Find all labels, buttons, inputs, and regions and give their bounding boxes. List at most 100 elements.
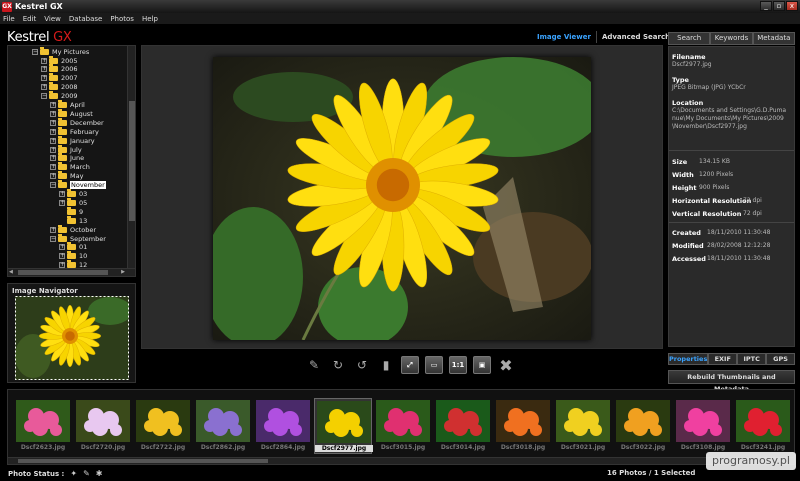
tree-label: October [70, 225, 97, 234]
thumbnail-item[interactable]: Dscf3014.jpg [434, 398, 492, 454]
tab-advanced-search[interactable]: Advanced Search [597, 31, 675, 43]
maximize-button[interactable]: ▫ [773, 1, 785, 11]
expand-icon[interactable]: + [59, 199, 65, 206]
image-viewer [141, 45, 663, 349]
edit-icon[interactable]: ✎ [305, 356, 323, 374]
menu-edit[interactable]: Edit [23, 15, 37, 23]
tree-item[interactable]: + May [50, 171, 83, 181]
scroll-left-icon[interactable]: ◀ [9, 269, 13, 275]
tab-exif[interactable]: EXIF [708, 353, 738, 365]
tab-gps[interactable]: GPS [766, 353, 795, 365]
rebuild-thumbnails-button[interactable]: Rebuild Thumbnails and Metadata [668, 370, 795, 393]
tab-keywords[interactable]: Keywords [710, 32, 753, 45]
expand-icon[interactable]: + [50, 155, 56, 162]
filmstrip-icon[interactable]: ▮ [377, 356, 395, 374]
scroll-right-icon[interactable]: ▶ [121, 269, 125, 275]
pencil-icon[interactable]: ✎ [83, 469, 90, 478]
menu-file[interactable]: File [3, 15, 15, 23]
pin-icon[interactable]: ✦ [70, 469, 77, 478]
star-icon[interactable]: ✱ [96, 469, 103, 478]
tree-item[interactable]: +2005 [41, 55, 78, 65]
tree-item[interactable]: + July [50, 144, 82, 154]
fullscreen-icon[interactable]: ▭ [425, 356, 443, 374]
thumbnail-item[interactable]: Dscf3241.jpg [734, 398, 792, 454]
tree-item[interactable]: +01 [59, 242, 87, 252]
expand-icon[interactable]: + [50, 119, 56, 126]
menu-view[interactable]: View [44, 15, 61, 23]
close-button[interactable]: x [786, 1, 798, 11]
expand-icon[interactable]: + [50, 128, 56, 135]
minimize-button[interactable]: _ [760, 1, 772, 11]
collapse-icon[interactable]: − [41, 93, 47, 100]
tab-iptc[interactable]: IPTC [737, 353, 767, 365]
tree-vertical-scrollbar[interactable] [127, 46, 135, 276]
tree-item[interactable]: + January [50, 135, 95, 145]
navigator-preview[interactable] [15, 296, 129, 380]
expand-icon[interactable]: + [50, 226, 56, 233]
expand-icon[interactable]: + [50, 146, 56, 153]
expand-icon[interactable]: + [50, 173, 56, 180]
scroll-thumb[interactable] [18, 270, 108, 275]
expand-icon[interactable]: + [59, 244, 65, 251]
expand-icon[interactable]: + [50, 164, 56, 171]
tab-properties[interactable]: Properties [668, 353, 709, 365]
expand-icon[interactable]: + [59, 253, 65, 260]
thumbnail-item[interactable]: Dscf2623.jpg [14, 398, 72, 454]
actual-size-button[interactable]: 1:1 [449, 356, 467, 374]
filmstrip-scrollbar[interactable] [7, 457, 795, 465]
thumbnail-item[interactable]: Dscf3022.jpg [614, 398, 672, 454]
scroll-thumb[interactable] [18, 459, 268, 463]
expand-icon[interactable]: + [50, 137, 56, 144]
rotate-left-icon[interactable]: ↺ [353, 356, 371, 374]
tree-item[interactable]: + March [50, 162, 90, 172]
tab-image-viewer[interactable]: Image Viewer [532, 31, 597, 43]
tree-label: April [70, 101, 85, 109]
collapse-icon[interactable]: − [32, 48, 38, 55]
tree-item[interactable]: +2007 [41, 73, 78, 83]
expand-icon[interactable]: + [41, 57, 47, 64]
collapse-icon[interactable]: − [50, 235, 56, 242]
rotate-right-icon[interactable]: ↻ [329, 356, 347, 374]
thumbnail-item[interactable]: Dscf3021.jpg [554, 398, 612, 454]
tree-item[interactable]: − November [50, 180, 106, 190]
expand-icon[interactable]: + [41, 75, 47, 82]
thumbnail-item[interactable]: Dscf3015.jpg [374, 398, 432, 454]
tree-item-root[interactable]: − My Pictures [32, 46, 89, 56]
collapse-icon[interactable]: − [50, 182, 56, 189]
tab-metadata[interactable]: Metadata [752, 32, 795, 45]
tree-item[interactable]: +10 [59, 251, 87, 261]
tree-item[interactable]: + April [50, 100, 85, 110]
tree-item[interactable]: 9 [59, 206, 83, 216]
expand-icon[interactable]: + [41, 84, 47, 91]
fit-window-icon[interactable]: ⤢ [401, 356, 419, 374]
thumbnail-item[interactable]: Dscf3018.jpg [494, 398, 552, 454]
thumbnail-item[interactable]: Dscf3108.jpg [674, 398, 732, 454]
thumbnail-item[interactable]: Dscf2720.jpg [74, 398, 132, 454]
expand-icon[interactable]: + [41, 66, 47, 73]
tree-item[interactable]: + June [50, 153, 84, 163]
tree-item[interactable]: +05 [59, 197, 87, 207]
expand-icon[interactable]: + [50, 110, 56, 117]
expand-icon[interactable]: + [59, 191, 65, 197]
slideshow-icon[interactable]: ▣ [473, 356, 491, 374]
tree-item[interactable]: +2006 [41, 64, 78, 74]
expand-icon[interactable]: + [50, 102, 56, 108]
menu-database[interactable]: Database [69, 15, 102, 23]
tree-horizontal-scrollbar[interactable]: ◀ ▶ [7, 268, 136, 277]
tree-item[interactable]: + October [50, 224, 97, 234]
delete-icon[interactable]: ✖ [497, 356, 515, 375]
thumbnail-item[interactable]: Dscf2864.jpg [254, 398, 312, 454]
thumbnail-item[interactable]: Dscf2977.jpg [314, 398, 373, 454]
menu-photos[interactable]: Photos [110, 15, 134, 23]
menu-help[interactable]: Help [142, 15, 158, 23]
thumbnail-item[interactable]: Dscf2722.jpg [134, 398, 192, 454]
main-photo[interactable] [213, 57, 591, 340]
tree-item[interactable]: − September [50, 233, 106, 243]
thumbnail-item[interactable]: Dscf2862.jpg [194, 398, 252, 454]
tree-item[interactable]: 13 [59, 215, 87, 225]
tree-item[interactable]: +03 [59, 189, 87, 199]
scroll-thumb[interactable] [129, 101, 135, 221]
tree-item[interactable]: +2008 [41, 82, 78, 92]
tree-item[interactable]: + August [50, 108, 93, 118]
tab-search[interactable]: Search [668, 32, 711, 45]
